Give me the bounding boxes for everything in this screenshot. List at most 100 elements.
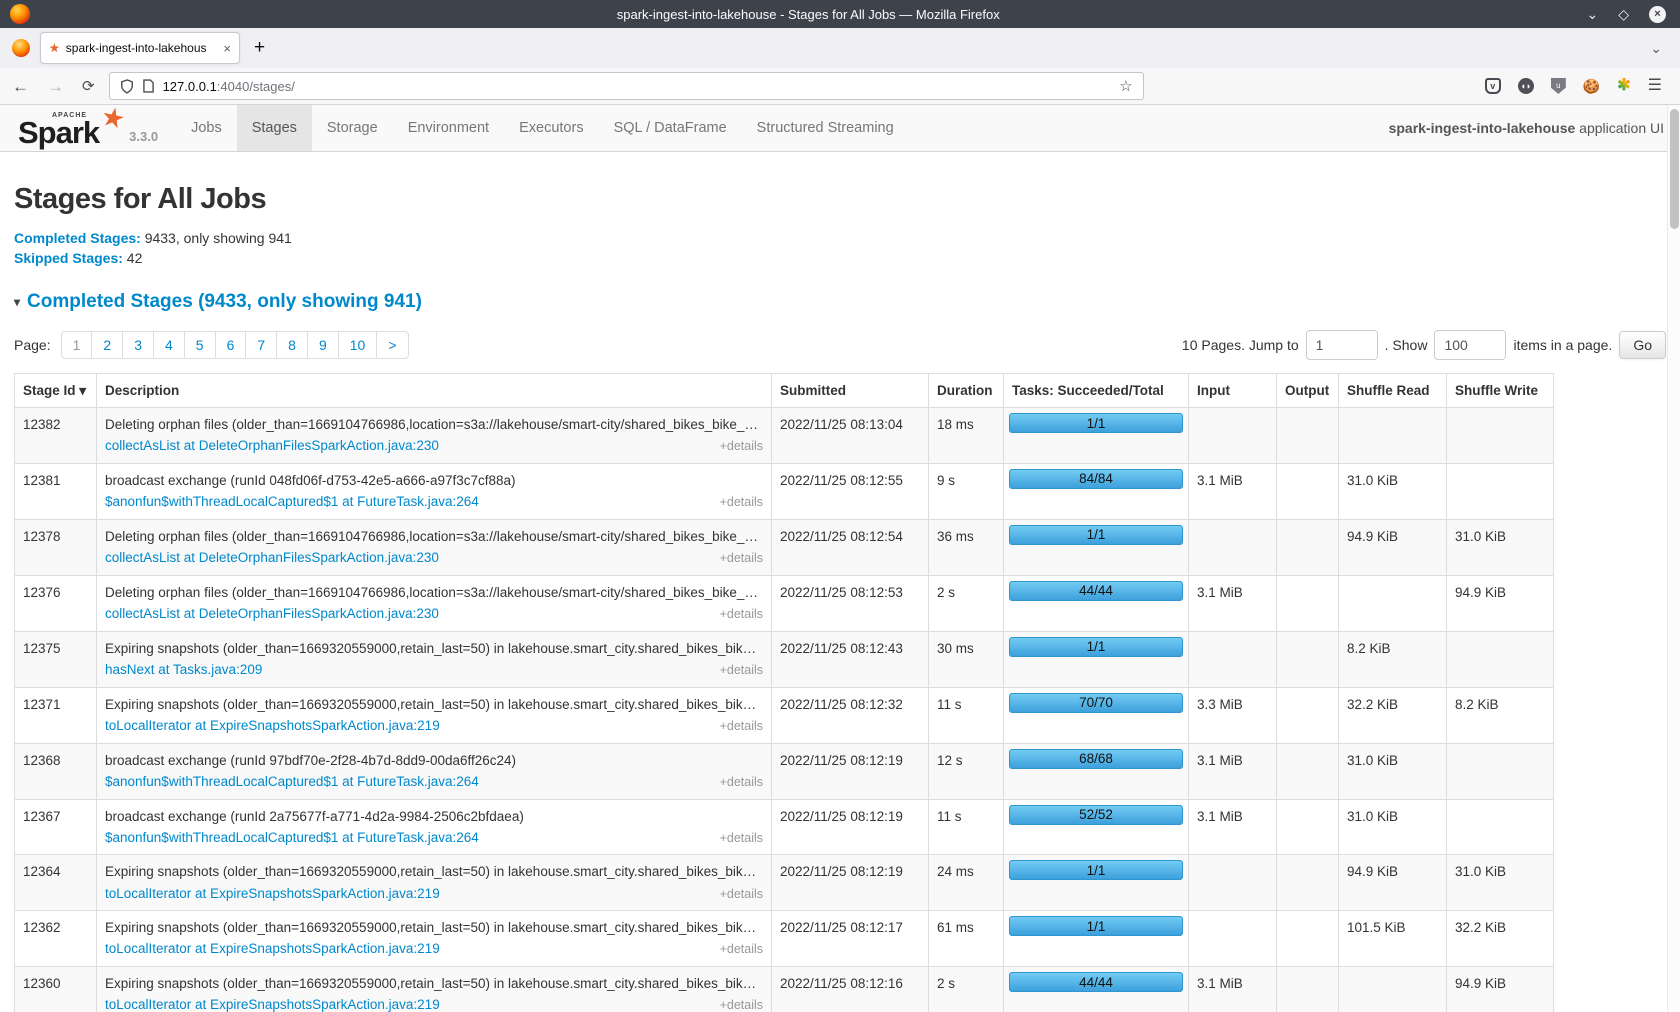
application-name: spark-ingest-into-lakehouse <box>1389 120 1576 136</box>
nav-tab-jobs[interactable]: Jobs <box>176 105 237 151</box>
page-scrollbar[interactable] <box>1667 105 1680 1012</box>
completed-stages-section-header[interactable]: ▾ Completed Stages (9433, only showing 9… <box>14 291 1666 313</box>
ublock-origin-icon[interactable]: u <box>1551 78 1566 94</box>
spark-logo[interactable]: APACHE Spark ★ <box>0 105 129 151</box>
stage-callsite-link[interactable]: toLocalIterator at ExpireSnapshotsSparkA… <box>105 884 440 903</box>
page-button-2[interactable]: 2 <box>91 331 123 359</box>
column-header-shuffle-write[interactable]: Shuffle Write <box>1447 374 1554 408</box>
tasks-cell: 1/1 <box>1004 911 1189 967</box>
page-info-icon[interactable] <box>143 79 154 93</box>
application-suffix: application UI <box>1575 120 1664 136</box>
new-tab-button[interactable]: + <box>254 37 265 59</box>
shield-permissions-icon[interactable] <box>120 79 134 94</box>
cookie-extension-icon[interactable]: 🍪 <box>1583 79 1600 93</box>
submitted-cell: 2022/11/25 08:12:55 <box>772 464 929 520</box>
go-button[interactable]: Go <box>1619 331 1666 359</box>
details-toggle[interactable]: +details <box>720 941 763 959</box>
details-toggle[interactable]: +details <box>720 997 763 1012</box>
spark-nav-tabs: JobsStagesStorageEnvironmentExecutorsSQL… <box>176 105 909 151</box>
column-header-submitted[interactable]: Submitted <box>772 374 929 408</box>
reload-button[interactable]: ⟳ <box>82 77 95 95</box>
column-header-stage-id[interactable]: Stage Id ▾ <box>15 374 97 408</box>
pocket-extension-icon[interactable]: v <box>1485 78 1501 94</box>
nav-tab-sql-dataframe[interactable]: SQL / DataFrame <box>599 105 742 151</box>
details-toggle[interactable]: +details <box>720 774 763 792</box>
nav-tab-structured-streaming[interactable]: Structured Streaming <box>742 105 909 151</box>
stage-callsite-link[interactable]: $anonfun$withThreadLocalCaptured$1 at Fu… <box>105 492 479 511</box>
column-header-shuffle-read[interactable]: Shuffle Read <box>1339 374 1447 408</box>
forward-button[interactable]: → <box>47 78 64 95</box>
nav-tab-environment[interactable]: Environment <box>393 105 504 151</box>
tasks-cell: 52/52 <box>1004 799 1189 855</box>
page-button-10[interactable]: 10 <box>338 331 378 359</box>
asterisk-extension-icon[interactable]: ✱ <box>1617 78 1630 94</box>
stage-callsite-link[interactable]: $anonfun$withThreadLocalCaptured$1 at Fu… <box>105 828 479 847</box>
minimize-icon[interactable]: ⌄ <box>1586 7 1598 21</box>
jump-to-page-input[interactable] <box>1306 330 1378 360</box>
navigation-toolbar: ← → ⟳ 127.0.0.1:4040/stages/ ☆ v ◖◗ u 🍪 … <box>0 68 1680 105</box>
column-header-input[interactable]: Input <box>1189 374 1277 408</box>
column-header-output[interactable]: Output <box>1277 374 1339 408</box>
tab-bar: ★ spark-ingest-into-lakehous × + ⌄ <box>0 28 1680 68</box>
tasks-progress-bar: 44/44 <box>1009 581 1183 601</box>
url-host: 127.0.0.1 <box>163 79 217 94</box>
column-header-duration[interactable]: Duration <box>929 374 1004 408</box>
stage-callsite-link[interactable]: $anonfun$withThreadLocalCaptured$1 at Fu… <box>105 772 479 791</box>
page-button-7[interactable]: 7 <box>245 331 277 359</box>
stage-callsite-link[interactable]: collectAsList at DeleteOrphanFilesSparkA… <box>105 604 439 623</box>
nav-tab-storage[interactable]: Storage <box>312 105 393 151</box>
submitted-cell: 2022/11/25 08:12:17 <box>772 911 929 967</box>
page-button-1[interactable]: 1 <box>61 331 93 359</box>
table-row: 12375 Expiring snapshots (older_than=166… <box>15 631 1554 687</box>
details-toggle[interactable]: +details <box>720 438 763 456</box>
details-toggle[interactable]: +details <box>720 662 763 680</box>
details-toggle[interactable]: +details <box>720 606 763 624</box>
browser-tab[interactable]: ★ spark-ingest-into-lakehous × <box>40 32 240 64</box>
list-tabs-chevron-icon[interactable]: ⌄ <box>1650 40 1662 57</box>
page-scrollbar-thumb[interactable] <box>1670 109 1679 229</box>
url-bar[interactable]: 127.0.0.1:4040/stages/ ☆ <box>109 72 1144 100</box>
stages-table-body: 12382 Deleting orphan files (older_than=… <box>15 408 1554 1012</box>
page-button-4[interactable]: 4 <box>153 331 185 359</box>
page-button-8[interactable]: 8 <box>276 331 308 359</box>
details-toggle[interactable]: +details <box>720 886 763 904</box>
details-toggle[interactable]: +details <box>720 494 763 512</box>
stage-description: Expiring snapshots (older_than=166932055… <box>105 639 763 658</box>
shuffle-read-cell <box>1339 408 1447 464</box>
nav-tab-stages[interactable]: Stages <box>237 105 312 151</box>
output-cell <box>1277 687 1339 743</box>
tab-close-icon[interactable]: × <box>223 41 231 56</box>
stage-id-cell: 12364 <box>15 855 97 911</box>
stage-callsite-link[interactable]: toLocalIterator at ExpireSnapshotsSparkA… <box>105 939 440 958</box>
column-header-tasks-succeeded-total[interactable]: Tasks: Succeeded/Total <box>1004 374 1189 408</box>
stage-callsite-link[interactable]: hasNext at Tasks.java:209 <box>105 660 262 679</box>
close-icon[interactable]: × <box>1649 6 1666 23</box>
column-header-description[interactable]: Description <box>97 374 772 408</box>
maximize-icon[interactable]: ◇ <box>1618 7 1629 21</box>
page-button-6[interactable]: 6 <box>215 331 247 359</box>
nav-tab-executors[interactable]: Executors <box>504 105 598 151</box>
page-button-3[interactable]: 3 <box>122 331 154 359</box>
page-button-5[interactable]: 5 <box>184 331 216 359</box>
mask-extension-icon[interactable]: ◖◗ <box>1518 78 1534 94</box>
bookmark-star-icon[interactable]: ☆ <box>1119 77 1132 95</box>
details-toggle[interactable]: +details <box>720 718 763 736</box>
stage-callsite-link[interactable]: toLocalIterator at ExpireSnapshotsSparkA… <box>105 716 440 735</box>
table-row: 12364 Expiring snapshots (older_than=166… <box>15 855 1554 911</box>
details-toggle[interactable]: +details <box>720 550 763 568</box>
input-cell: 3.1 MiB <box>1189 743 1277 799</box>
details-toggle[interactable]: +details <box>720 830 763 848</box>
summary-link[interactable]: Completed Stages: <box>14 230 141 246</box>
back-button[interactable]: ← <box>12 78 29 95</box>
items-per-page-input[interactable] <box>1434 330 1506 360</box>
summary-value: 9433, only showing 941 <box>141 230 292 246</box>
summary-link[interactable]: Skipped Stages: <box>14 250 123 266</box>
page-button-9[interactable]: 9 <box>307 331 339 359</box>
tasks-progress-bar: 1/1 <box>1009 525 1183 545</box>
stage-callsite-link[interactable]: collectAsList at DeleteOrphanFilesSparkA… <box>105 548 439 567</box>
stage-callsite-link[interactable]: toLocalIterator at ExpireSnapshotsSparkA… <box>105 995 440 1012</box>
next-page-button[interactable]: > <box>376 331 408 359</box>
menu-icon[interactable]: ☰ <box>1648 78 1662 94</box>
stage-callsite-link[interactable]: collectAsList at DeleteOrphanFilesSparkA… <box>105 436 439 455</box>
spark-wordmark: Spark <box>18 118 99 147</box>
